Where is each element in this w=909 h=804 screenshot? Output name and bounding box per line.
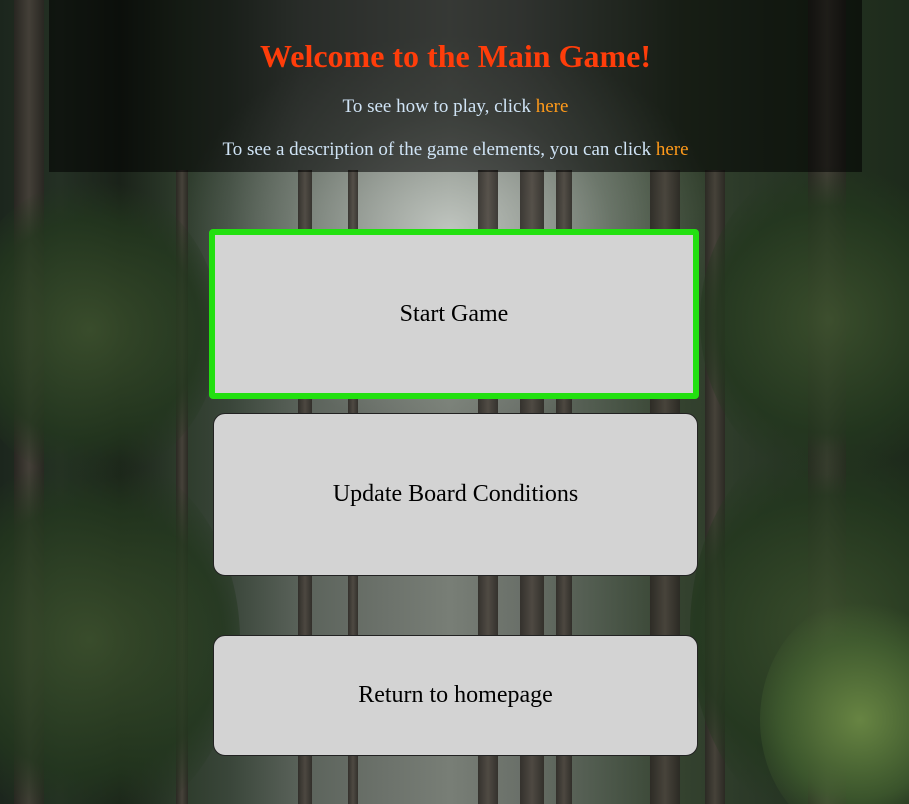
how-to-play-prefix: To see how to play, click — [342, 96, 536, 117]
start-game-button[interactable]: Start Game — [209, 229, 699, 399]
how-to-play-link[interactable]: here — [536, 96, 569, 117]
description-link[interactable]: here — [656, 139, 689, 160]
description-text: To see a description of the game element… — [49, 139, 862, 161]
how-to-play-text: To see how to play, click here — [49, 96, 862, 118]
description-prefix: To see a description of the game element… — [222, 139, 656, 160]
welcome-header: Welcome to the Main Game! To see how to … — [49, 0, 862, 172]
return-to-homepage-button[interactable]: Return to homepage — [213, 635, 698, 756]
page-title: Welcome to the Main Game! — [260, 38, 651, 74]
update-board-conditions-button[interactable]: Update Board Conditions — [213, 413, 698, 576]
